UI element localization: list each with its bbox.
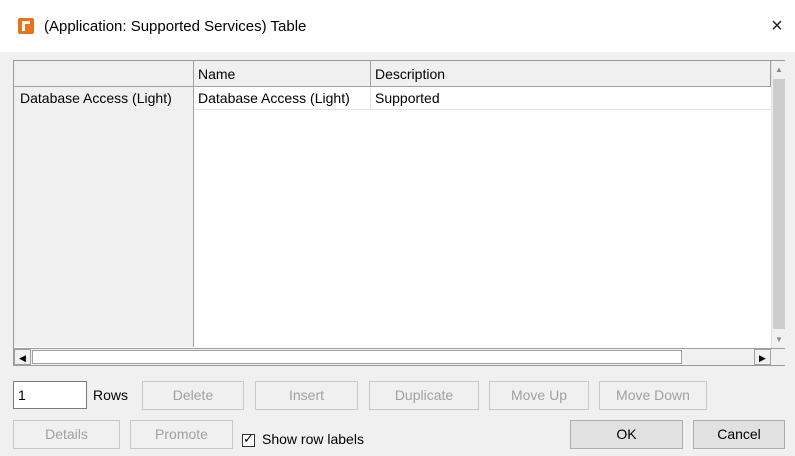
insert-button[interactable]: Insert xyxy=(255,381,358,410)
app-logo-icon xyxy=(18,18,34,34)
ok-button[interactable]: OK xyxy=(570,420,683,449)
rows-count-input[interactable] xyxy=(13,381,87,409)
scroll-down-arrow-icon[interactable]: ▼ xyxy=(772,331,786,348)
details-button[interactable]: Details xyxy=(13,420,120,449)
table-cell-name[interactable]: Database Access (Light) xyxy=(194,87,371,110)
close-button[interactable]: × xyxy=(766,14,788,38)
horizontal-scroll-thumb[interactable] xyxy=(32,350,682,364)
table-grid: Name Description Database Access (Light)… xyxy=(13,60,786,366)
cancel-button[interactable]: Cancel xyxy=(693,420,785,449)
scroll-left-arrow-icon[interactable]: ◀ xyxy=(14,349,31,365)
horizontal-scrollbar[interactable]: ◀ ▶ xyxy=(14,348,785,365)
dialog-body: Name Description Database Access (Light)… xyxy=(0,52,795,456)
table-body: Database Access (Light) Supported xyxy=(194,87,771,347)
move-down-button[interactable]: Move Down xyxy=(599,381,707,410)
title-bar: (Application: Supported Services) Table … xyxy=(0,0,795,52)
delete-button[interactable]: Delete xyxy=(142,381,244,410)
column-header-name[interactable]: Name xyxy=(194,61,371,87)
row-label[interactable]: Database Access (Light) xyxy=(14,87,193,110)
show-row-labels-checkbox[interactable] xyxy=(242,431,255,447)
column-header-description[interactable]: Description xyxy=(371,61,771,87)
vertical-scroll-thumb[interactable] xyxy=(773,79,785,329)
show-row-labels-label[interactable]: Show row labels xyxy=(262,431,364,447)
scroll-right-arrow-icon[interactable]: ▶ xyxy=(754,349,771,365)
grid-corner-cell xyxy=(14,61,194,87)
scroll-up-arrow-icon[interactable]: ▲ xyxy=(772,61,786,78)
promote-button[interactable]: Promote xyxy=(130,420,233,449)
duplicate-button[interactable]: Duplicate xyxy=(369,381,479,410)
window-title: (Application: Supported Services) Table xyxy=(44,18,307,35)
vertical-scrollbar[interactable]: ▲ ▼ xyxy=(771,61,786,348)
rows-label: Rows xyxy=(93,387,129,403)
move-up-button[interactable]: Move Up xyxy=(489,381,589,410)
table-cell-description[interactable]: Supported xyxy=(371,87,771,110)
row-labels-column: Database Access (Light) xyxy=(14,87,194,347)
